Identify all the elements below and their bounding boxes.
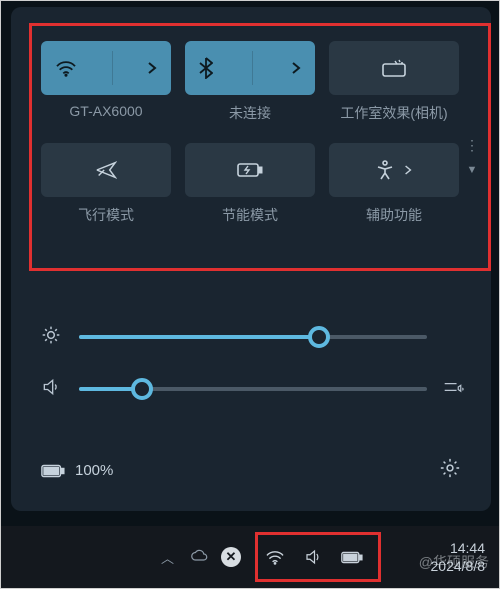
bluetooth-icon <box>199 57 213 79</box>
volume-icon <box>41 377 63 402</box>
battery-icon <box>341 551 363 564</box>
chevron-right-icon <box>291 61 301 75</box>
volume-icon <box>303 548 323 566</box>
settings-button[interactable] <box>439 457 461 484</box>
wifi-tile[interactable]: GT-AX6000 <box>41 41 171 95</box>
studio-effects-tile[interactable]: 工作室效果(相机) <box>329 41 459 95</box>
bluetooth-tile[interactable]: 未连接 <box>185 41 315 95</box>
airplane-icon <box>95 159 117 181</box>
tile-label: 工作室效果(相机) <box>340 103 447 123</box>
studio-effects-icon <box>382 59 406 77</box>
tile-label: 未连接 <box>229 103 271 123</box>
brightness-slider[interactable] <box>79 335 427 339</box>
wifi-icon <box>55 59 77 77</box>
gear-icon <box>439 457 461 479</box>
battery-saver-icon <box>237 162 263 178</box>
accessibility-tile[interactable]: 辅助功能 <box>329 143 459 197</box>
battery-saver-tile[interactable]: 节能模式 <box>185 143 315 197</box>
system-tray[interactable] <box>265 548 363 566</box>
tile-label: 节能模式 <box>222 205 278 225</box>
close-circle-icon[interactable]: ✕ <box>221 547 241 567</box>
overflow-indicator[interactable]: ⋮▼ <box>465 137 479 176</box>
panel-bottom-bar: 100% <box>41 457 461 484</box>
wifi-icon <box>265 549 285 565</box>
chevron-up-icon[interactable]: ︿ <box>161 548 179 566</box>
battery-percent: 100% <box>75 462 113 479</box>
battery-icon <box>41 464 65 478</box>
tile-label: GT-AX6000 <box>69 103 142 119</box>
chevron-right-icon <box>404 164 412 176</box>
accessibility-icon <box>376 160 394 180</box>
battery-status[interactable]: 100% <box>41 462 113 479</box>
volume-slider[interactable] <box>79 387 427 391</box>
cloud-icon[interactable] <box>191 548 209 566</box>
airplane-tile[interactable]: 飞行模式 <box>41 143 171 197</box>
tile-label: 辅助功能 <box>366 205 422 225</box>
brightness-icon <box>41 325 63 350</box>
quick-settings-panel: GT-AX6000 未连接 工作室效果(相机) 飞行模式 节能模式 辅助功能 ⋮… <box>11 7 491 511</box>
chevron-right-icon <box>147 61 157 75</box>
tile-label: 飞行模式 <box>78 205 134 225</box>
watermark: @华硕服务 <box>419 552 489 572</box>
sliders-area <box>41 311 469 415</box>
brightness-slider-row <box>41 311 469 363</box>
tray-overflow: ︿ ✕ <box>161 547 241 567</box>
tiles-grid: GT-AX6000 未连接 工作室效果(相机) 飞行模式 节能模式 辅助功能 <box>41 41 461 197</box>
volume-slider-row <box>41 363 469 415</box>
audio-output-icon[interactable] <box>443 378 469 401</box>
